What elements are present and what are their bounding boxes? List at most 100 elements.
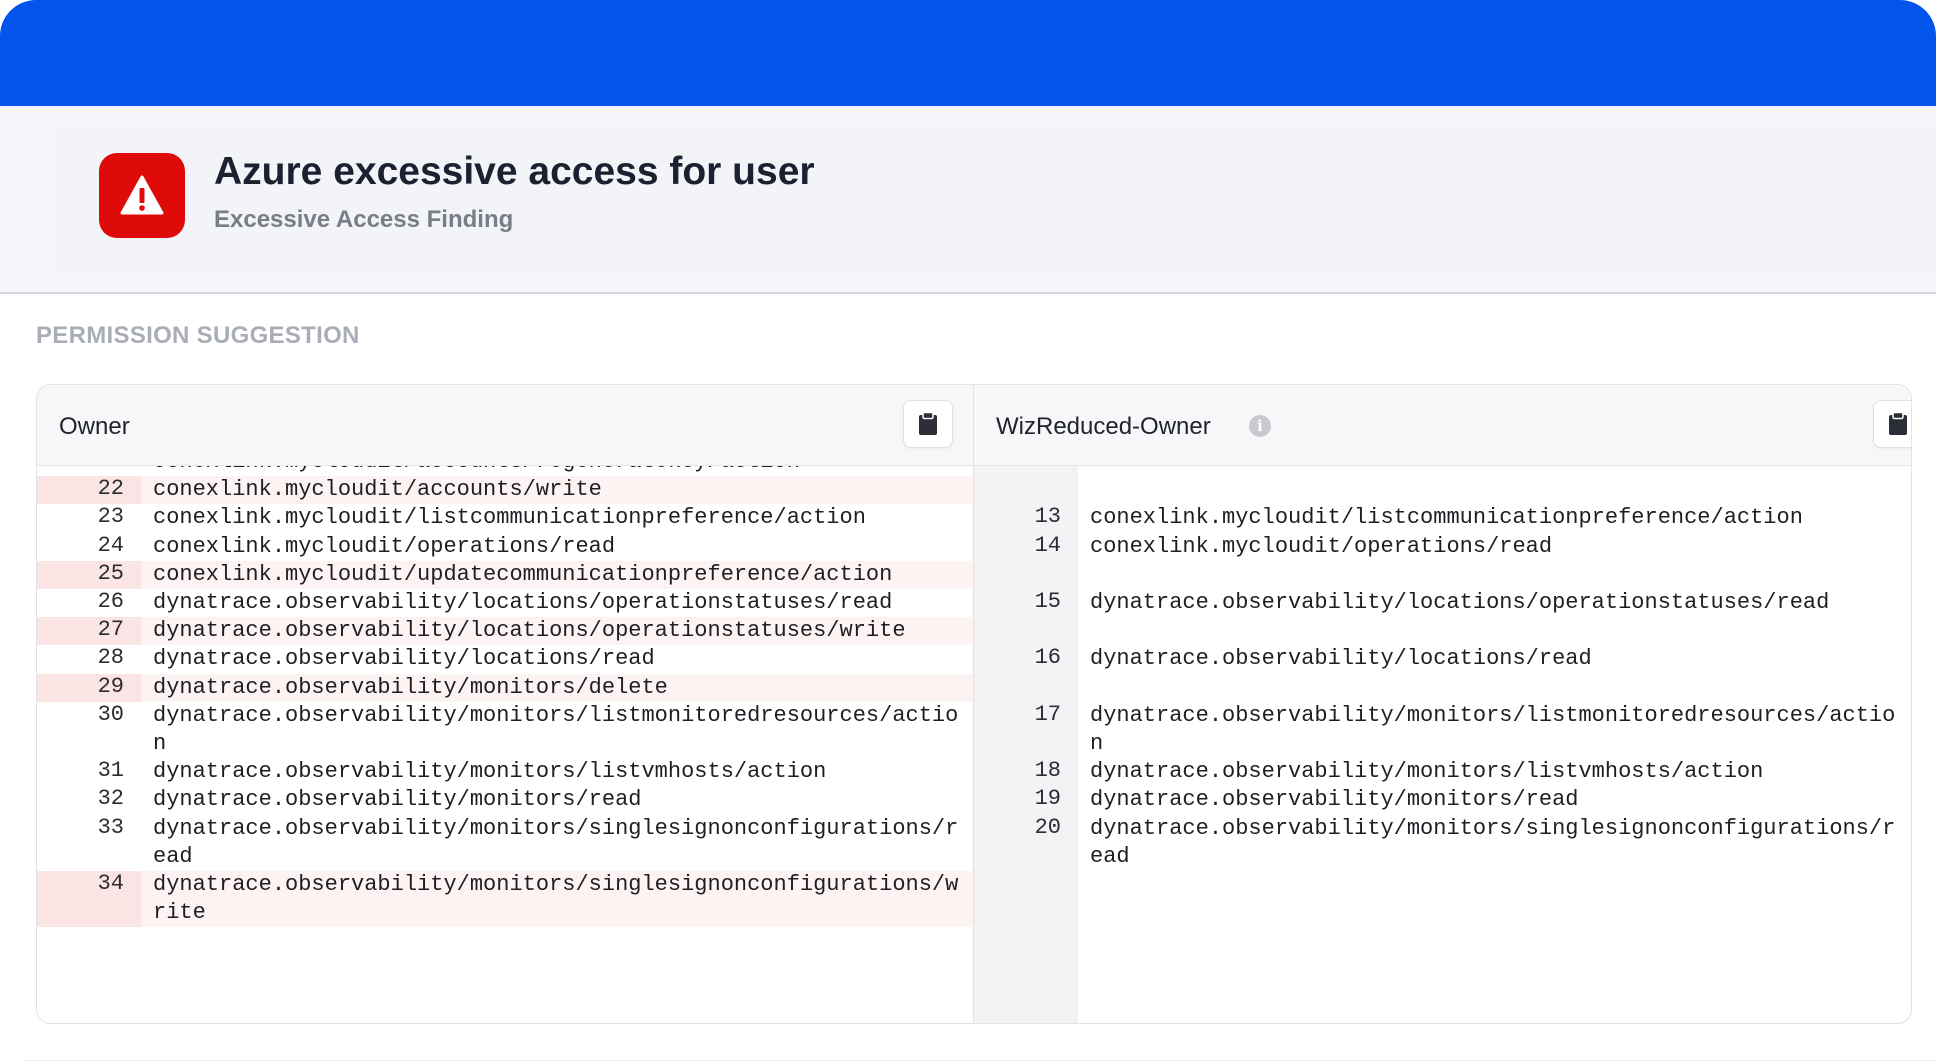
reduced-code-line: 15 dynatrace.observability/locations/oper… xyxy=(974,588,1911,618)
reduced-code-line xyxy=(974,560,1911,589)
line-number: 28 xyxy=(97,645,124,671)
reduced-code-line: 17 dynatrace.observability/monitors/listm… xyxy=(974,701,1911,759)
clipboard-icon xyxy=(1889,412,1907,435)
original-code-line: 26 dynatrace.observability/locations/oper… xyxy=(37,589,973,617)
line-number: 29 xyxy=(37,673,141,702)
line-number: 34 xyxy=(37,871,141,928)
original-code-line: 29 dynatrace.observability/monitors/delet… xyxy=(37,673,973,702)
finding-header xyxy=(0,106,1936,294)
original-code-line: 25 conexlink.mycloudit/updatecommunicatio… xyxy=(37,560,973,590)
line-number: 33 xyxy=(97,814,124,840)
permission-text xyxy=(1090,617,1911,645)
reduced-code-line: 16 dynatrace.observability/locations/read xyxy=(974,645,1911,674)
permission-text: dynatrace.observability/locations/operat… xyxy=(153,618,906,644)
permission-text xyxy=(1090,561,1911,589)
original-code-line: 30 dynatrace.observability/monitors/listm… xyxy=(37,702,973,758)
line-number: 31 xyxy=(97,758,124,784)
page-subtitle: Excessive Access Finding xyxy=(214,206,514,233)
line-number: 23 xyxy=(97,504,124,530)
line-number: 26 xyxy=(97,589,124,615)
line-number: 30 xyxy=(97,701,124,727)
permission-text: dynatrace.observability/monitors/delete xyxy=(153,674,668,700)
line-number xyxy=(974,466,1078,477)
line-number: 22 xyxy=(37,476,141,505)
reduced-code-line: 18 dynatrace.observability/monitors/listv… xyxy=(974,758,1911,787)
original-code-line: 34 dynatrace.observability/monitors/singl… xyxy=(37,871,973,928)
permission-text: conexlink.mycloudit/operations/read xyxy=(153,533,616,559)
original-code-view: 21 conexlink.mycloudit/accounts/regenerat… xyxy=(37,466,973,1023)
permission-text: dynatrace.observability/monitors/read xyxy=(1090,787,1579,813)
reduced-code-line xyxy=(974,673,1911,702)
line-number xyxy=(974,476,1078,505)
reduced-role-pane: WizReduced-Owner i 13 conexlink.mycloudit… xyxy=(974,385,1911,1023)
line-number xyxy=(974,617,1078,646)
original-role-pane: Owner 21 conexlink.mycloudit/accounts/reg… xyxy=(37,385,974,1023)
line-number: 13 xyxy=(974,504,1078,533)
permission-text: conexlink.mycloudit/listcommunicationpre… xyxy=(1090,505,1803,531)
reduced-code-line xyxy=(974,870,1911,900)
permission-text: conexlink.mycloudit/accounts/write xyxy=(153,477,602,503)
permission-text xyxy=(1090,674,1911,702)
page-title: Azure excessive access for user xyxy=(214,150,815,193)
permission-text: dynatrace.observability/locations/operat… xyxy=(153,590,893,616)
permission-text: dynatrace.observability/locations/read xyxy=(1090,646,1592,672)
permission-text: dynatrace.observability/locations/operat… xyxy=(1090,589,1830,615)
line-number: 27 xyxy=(37,617,141,646)
line-number: 25 xyxy=(37,560,141,590)
original-code-line: 33 dynatrace.observability/monitors/singl… xyxy=(37,815,973,871)
pane-header: Owner xyxy=(37,385,973,466)
line-number: 20 xyxy=(974,814,1078,871)
copy-reduced-button[interactable] xyxy=(1873,400,1911,448)
pane-header: WizReduced-Owner i xyxy=(974,385,1911,466)
reduced-code-view: 13 conexlink.mycloudit/listcommunicationp… xyxy=(974,466,1911,1023)
reduced-code-line: 19 dynatrace.observability/monitors/read xyxy=(974,786,1911,815)
line-number xyxy=(974,870,1078,900)
reduced-code-line xyxy=(974,476,1911,505)
line-number: 14 xyxy=(974,532,1078,561)
reduced-code-line xyxy=(974,466,1911,477)
line-number: 21 xyxy=(37,466,141,476)
copy-original-button[interactable] xyxy=(903,400,953,448)
info-icon[interactable]: i xyxy=(1249,415,1271,437)
line-number: 19 xyxy=(974,786,1078,815)
permission-text: conexlink.mycloudit/listcommunicationpre… xyxy=(153,505,866,531)
permission-diff-card: Owner 21 conexlink.mycloudit/accounts/reg… xyxy=(36,384,1912,1024)
line-number xyxy=(974,560,1078,589)
permission-text: conexlink.mycloudit/accounts/regeneratek… xyxy=(153,466,973,476)
divider xyxy=(26,1060,1936,1061)
line-number xyxy=(974,673,1078,702)
line-number: 32 xyxy=(97,786,124,812)
line-number: 15 xyxy=(974,588,1078,618)
section-heading: PERMISSION SUGGESTION xyxy=(36,322,360,349)
permission-text: conexlink.mycloudit/updatecommunicationp… xyxy=(153,561,893,587)
line-number: 16 xyxy=(974,645,1078,674)
permission-text: dynatrace.observability/locations/read xyxy=(153,646,655,672)
clipboard-icon xyxy=(919,412,937,435)
permission-text: dynatrace.observability/monitors/singles… xyxy=(1090,815,1896,869)
reduced-role-title: WizReduced-Owner xyxy=(996,413,1211,440)
original-code-line: 23 conexlink.mycloudit/listcommunicationp… xyxy=(37,504,973,532)
permission-text: dynatrace.observability/monitors/read xyxy=(153,787,642,813)
permission-text: dynatrace.observability/monitors/listvmh… xyxy=(153,759,827,785)
original-code-line: 32 dynatrace.observability/monitors/read xyxy=(37,786,973,814)
original-code-line: 27 dynatrace.observability/locations/oper… xyxy=(37,617,973,646)
permission-text xyxy=(1090,476,1911,504)
permission-text: dynatrace.observability/monitors/singles… xyxy=(153,815,959,869)
permission-text: dynatrace.observability/monitors/listmon… xyxy=(1090,702,1896,756)
original-role-title: Owner xyxy=(59,413,130,440)
original-code-line: 24 conexlink.mycloudit/operations/read xyxy=(37,533,973,561)
original-code-line: 31 dynatrace.observability/monitors/listv… xyxy=(37,758,973,786)
finding-header-panel xyxy=(50,126,1936,272)
original-code-line: 21 conexlink.mycloudit/accounts/regenerat… xyxy=(37,466,973,476)
permission-text xyxy=(1090,871,1911,899)
permission-text: conexlink.mycloudit/operations/read xyxy=(1090,533,1553,559)
permission-text: dynatrace.observability/monitors/listvmh… xyxy=(1090,759,1764,785)
original-code-line: 28 dynatrace.observability/locations/read xyxy=(37,645,973,673)
reduced-code-line xyxy=(974,617,1911,646)
permission-text: dynatrace.observability/monitors/singles… xyxy=(153,872,959,926)
line-number: 17 xyxy=(974,701,1078,759)
reduced-code-line: 13 conexlink.mycloudit/listcommunicationp… xyxy=(974,504,1911,533)
reduced-code-line: 14 conexlink.mycloudit/operations/read xyxy=(974,532,1911,561)
warning-triangle-icon xyxy=(99,153,185,238)
line-number: 18 xyxy=(974,758,1078,787)
